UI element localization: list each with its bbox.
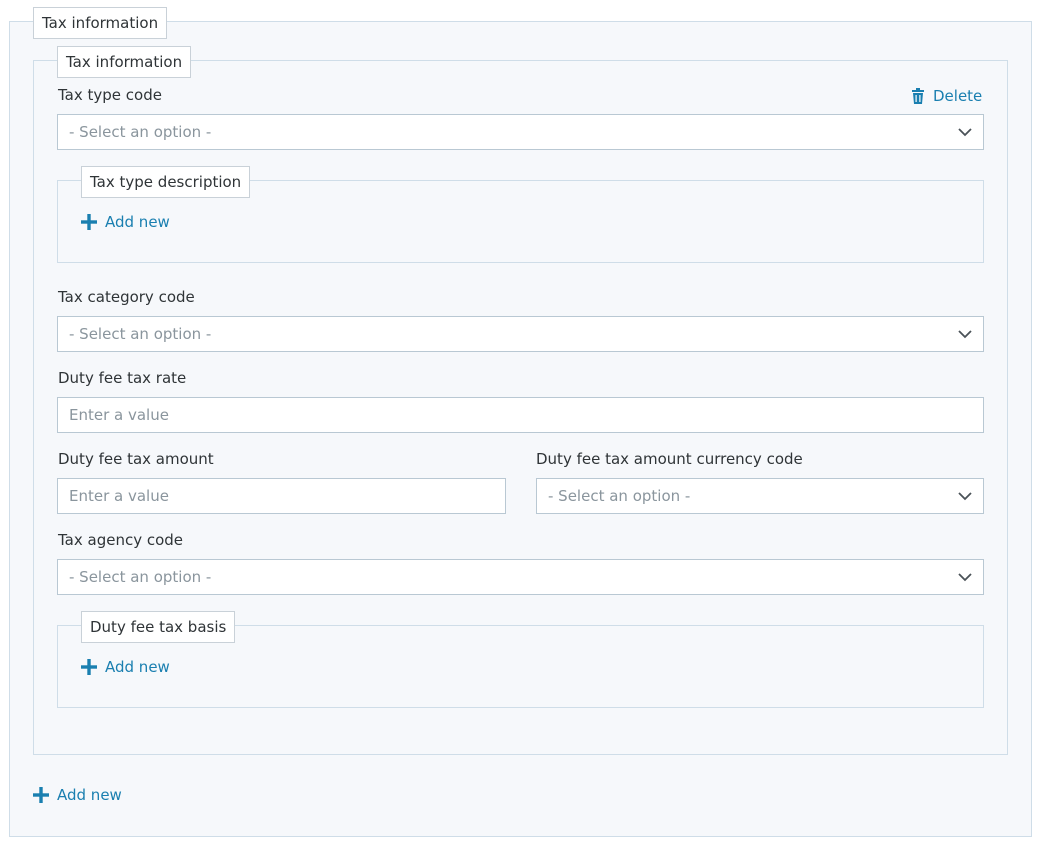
chevron-down-icon (958, 492, 972, 501)
chevron-down-icon (958, 573, 972, 582)
plus-icon (33, 787, 49, 803)
duty-fee-tax-basis-legend: Duty fee tax basis (81, 611, 236, 643)
duty-fee-tax-amount-currency-code-value: - Select an option - (548, 487, 691, 505)
duty-fee-tax-amount-currency-code-label: Duty fee tax amount currency code (536, 450, 803, 468)
chevron-down-icon (958, 128, 972, 137)
tax-type-description-legend: Tax type description (81, 166, 251, 198)
tax-type-code-value: - Select an option - (69, 123, 212, 141)
tax-category-code-value: - Select an option - (69, 325, 212, 343)
duty-fee-tax-rate-placeholder: Enter a value (69, 406, 169, 424)
trash-icon (912, 88, 924, 104)
duty-fee-tax-basis-add-new-button[interactable]: Add new (81, 658, 170, 676)
inner-panel-legend: Tax information (57, 46, 192, 78)
duty-fee-tax-amount-input[interactable]: Enter a value (57, 478, 506, 514)
tax-category-code-label: Tax category code (58, 288, 195, 306)
outer-panel-legend: Tax information (33, 7, 168, 39)
add-new-label: Add new (105, 658, 170, 676)
tax-information-add-new-button[interactable]: Add new (33, 786, 122, 804)
tax-agency-code-select[interactable]: - Select an option - (57, 559, 984, 595)
delete-label: Delete (933, 87, 983, 105)
tax-type-description-add-new-button[interactable]: Add new (81, 213, 170, 231)
tax-type-code-select[interactable]: - Select an option - (57, 114, 984, 150)
add-new-label: Add new (57, 786, 122, 804)
duty-fee-tax-amount-currency-code-select[interactable]: - Select an option - (536, 478, 984, 514)
tax-type-code-label: Tax type code (58, 86, 162, 104)
tax-agency-code-label: Tax agency code (58, 531, 184, 549)
tax-category-code-select[interactable]: - Select an option - (57, 316, 984, 352)
plus-icon (81, 214, 97, 230)
delete-button[interactable]: Delete (911, 87, 982, 105)
duty-fee-tax-amount-label: Duty fee tax amount (58, 450, 214, 468)
add-new-label: Add new (105, 213, 170, 231)
tax-agency-code-value: - Select an option - (69, 568, 212, 586)
plus-icon (81, 659, 97, 675)
duty-fee-tax-amount-placeholder: Enter a value (69, 487, 169, 505)
duty-fee-tax-rate-label: Duty fee tax rate (58, 369, 187, 387)
duty-fee-tax-rate-input[interactable]: Enter a value (57, 397, 984, 433)
chevron-down-icon (958, 330, 972, 339)
